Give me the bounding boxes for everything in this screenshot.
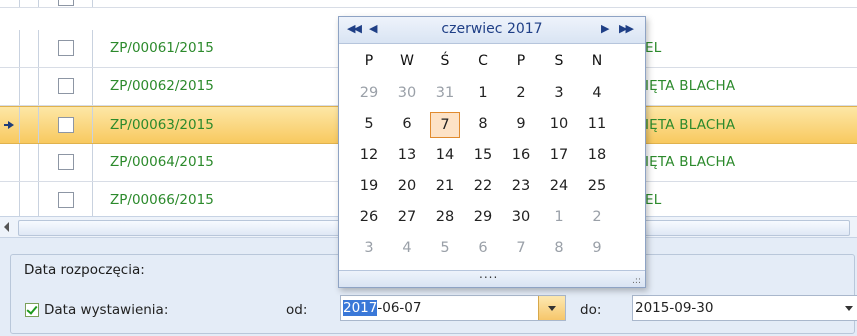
calendar-day[interactable]: 4: [579, 85, 615, 101]
calendar-day[interactable]: 11: [579, 116, 615, 132]
calendar-day[interactable]: 8: [465, 116, 501, 132]
row-description: EL: [645, 40, 662, 56]
from-date-dropdown-button[interactable]: [538, 296, 565, 320]
calendar-day-other-month[interactable]: 7: [503, 240, 539, 256]
calendar-header: ◀◀ ◀ czerwiec 2017 ▶ ▶▶: [339, 17, 645, 44]
to-date-input[interactable]: 2015-09-30: [632, 295, 857, 321]
calendar-day[interactable]: 27: [389, 209, 425, 225]
calendar-day[interactable]: 1: [465, 85, 501, 101]
calendar-day[interactable]: 16: [503, 147, 539, 163]
date-rest-text: -06-07: [377, 300, 422, 316]
group-title: Data rozpoczęcia:: [24, 262, 145, 278]
calendar-footer: .... .::: [339, 267, 645, 287]
calendar-day[interactable]: 6: [389, 116, 425, 132]
calendar-day[interactable]: 15: [465, 147, 501, 163]
calendar-day[interactable]: 13: [389, 147, 425, 163]
table-row-partial[interactable]: [0, 0, 857, 8]
calendar-day[interactable]: 18: [579, 147, 615, 163]
selected-year-text: 2017: [343, 300, 378, 316]
calendar-day[interactable]: 9: [503, 116, 539, 132]
row-code: ZP/00064/2015: [110, 154, 214, 170]
calendar-day[interactable]: 21: [427, 178, 463, 194]
calendar-day[interactable]: 20: [389, 178, 425, 194]
calendar-day[interactable]: 28: [427, 209, 463, 225]
weekday-label: W: [400, 53, 414, 69]
calendar-day-other-month[interactable]: 30: [389, 85, 425, 101]
calendar-day[interactable]: 29: [465, 209, 501, 225]
calendar-day-other-month[interactable]: 2: [579, 209, 615, 225]
calendar-day-other-month[interactable]: 1: [541, 209, 577, 225]
calendar-day-other-month[interactable]: 5: [427, 240, 463, 256]
calendar-day[interactable]: 26: [351, 209, 387, 225]
row-checkbox[interactable]: [58, 40, 74, 56]
next-month-icon[interactable]: ▶: [601, 22, 610, 35]
row-description: IĘTA BLACHA: [645, 117, 736, 133]
calendar-day[interactable]: 2: [503, 85, 539, 101]
row-code: ZP/00061/2015: [110, 40, 214, 56]
calendar-day-other-month[interactable]: 3: [351, 240, 387, 256]
calendar-day[interactable]: 19: [351, 178, 387, 194]
row-code: ZP/00066/2015: [110, 192, 214, 208]
row-code: ZP/00063/2015: [110, 117, 214, 133]
to-date-value: 2015-09-30: [635, 300, 714, 316]
to-label: do:: [580, 302, 602, 318]
row-code: ZP/00062/2015: [110, 78, 214, 94]
calendar-day[interactable]: 10: [541, 116, 577, 132]
calendar-day[interactable]: 25: [579, 178, 615, 194]
calendar-day[interactable]: 12: [351, 147, 387, 163]
current-row-arrow-icon: [4, 121, 14, 129]
calendar-popup: ◀◀ ◀ czerwiec 2017 ▶ ▶▶ PWŚCPSN 29 30 31 1 2…: [338, 16, 646, 288]
calendar-day[interactable]: 7: [430, 112, 460, 138]
row-checkbox[interactable]: [58, 78, 74, 94]
footer-dots: ....: [479, 267, 499, 281]
row-checkbox[interactable]: [58, 192, 74, 208]
next-year-icon[interactable]: ▶▶: [619, 22, 634, 35]
weekday-label: N: [591, 53, 603, 69]
row-description: EL: [645, 192, 662, 208]
calendar-day[interactable]: 23: [503, 178, 539, 194]
weekday-label: S: [554, 53, 564, 69]
from-label: od:: [286, 302, 308, 318]
calendar-day[interactable]: 24: [541, 178, 577, 194]
row-checkbox[interactable]: [58, 154, 74, 170]
calendar-day-other-month[interactable]: 8: [541, 240, 577, 256]
calendar-day[interactable]: 17: [541, 147, 577, 163]
weekday-label: Ś: [440, 53, 450, 69]
row-description: IĘTA BLACHA: [645, 78, 736, 94]
date-label: Data wystawienia:: [44, 302, 169, 318]
weekday-label: P: [516, 53, 526, 69]
row-checkbox[interactable]: [58, 0, 74, 6]
calendar-day[interactable]: 30: [503, 209, 539, 225]
weekday-label: P: [364, 53, 374, 69]
row-description: IĘTA BLACHA: [645, 154, 736, 170]
calendar-month-title[interactable]: czerwiec 2017: [339, 21, 645, 37]
chevron-down-icon[interactable]: [845, 306, 853, 311]
calendar-day-other-month[interactable]: 6: [465, 240, 501, 256]
calendar-day[interactable]: 14: [427, 147, 463, 163]
weekday-label: C: [478, 53, 488, 69]
date-checkbox[interactable]: [25, 303, 39, 317]
calendar-day-other-month[interactable]: 4: [389, 240, 425, 256]
row-checkbox[interactable]: [58, 117, 74, 133]
calendar-day[interactable]: 22: [465, 178, 501, 194]
calendar-day-other-month[interactable]: 9: [579, 240, 615, 256]
calendar-day-other-month[interactable]: 29: [351, 85, 387, 101]
calendar-day[interactable]: 3: [541, 85, 577, 101]
scroll-left-icon[interactable]: [4, 222, 9, 232]
resize-grip-icon[interactable]: .::: [632, 276, 641, 286]
from-date-input[interactable]: 2017-06-07: [340, 295, 566, 321]
calendar-day[interactable]: 5: [351, 116, 387, 132]
calendar-day-other-month[interactable]: 31: [427, 85, 463, 101]
